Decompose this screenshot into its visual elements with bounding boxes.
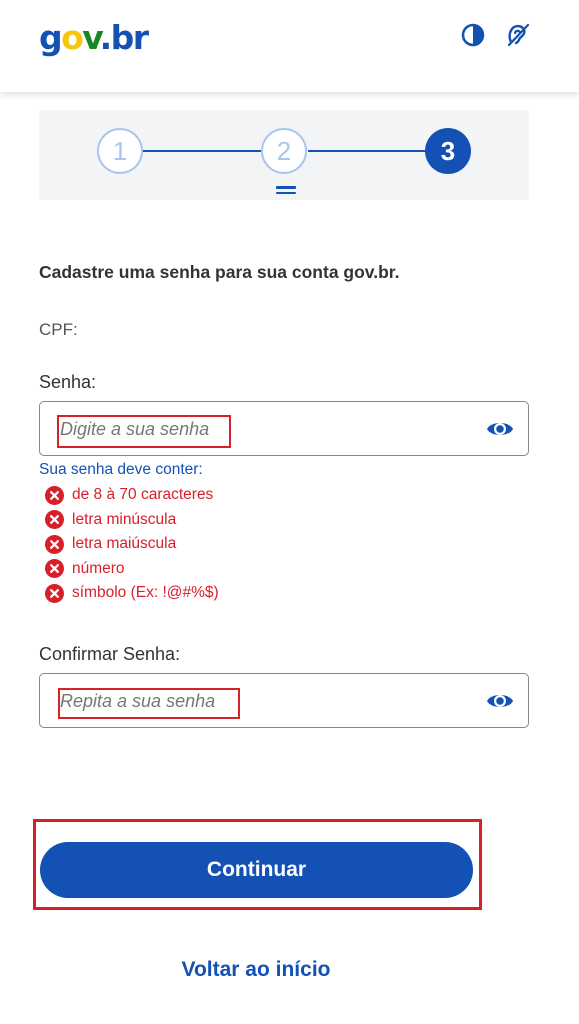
rule-text: de 8 à 70 caracteres	[72, 486, 214, 504]
confirm-password-label: Confirmar Senha:	[39, 644, 181, 664]
page-title: Cadastre uma senha para sua conta gov.br…	[39, 262, 400, 282]
step-1: 1	[97, 128, 143, 174]
error-x-icon	[45, 583, 64, 603]
password-input[interactable]	[60, 416, 460, 442]
show-confirm-password-eye-icon[interactable]	[486, 689, 514, 713]
rule-item: letra maiúscula	[45, 532, 219, 557]
progress-stepper: 1 2 3	[39, 110, 529, 200]
cpf-label: CPF:	[39, 320, 78, 339]
show-password-eye-icon[interactable]	[486, 417, 514, 441]
contrast-icon[interactable]	[458, 20, 488, 50]
continue-button[interactable]: Continuar	[40, 842, 473, 898]
error-x-icon	[45, 559, 64, 579]
rule-text: número	[72, 559, 125, 577]
rule-item: letra minúscula	[45, 508, 219, 533]
rule-item: de 8 à 70 caracteres	[45, 483, 219, 508]
rule-item: número	[45, 557, 219, 582]
rule-text: letra maiúscula	[72, 535, 177, 553]
error-x-icon	[45, 510, 64, 530]
password-field	[39, 401, 529, 456]
step-2: 2	[261, 128, 307, 174]
rule-item: símbolo (Ex: !@#%$)	[45, 581, 219, 606]
step-3: 3	[425, 128, 471, 174]
error-x-icon	[45, 534, 64, 554]
step-menu-icon[interactable]	[276, 186, 296, 197]
error-x-icon	[45, 485, 64, 505]
password-rules-list: de 8 à 70 caracteres letra minúscula let…	[45, 483, 219, 606]
rule-text: símbolo (Ex: !@#%$)	[72, 584, 219, 602]
password-label: Senha:	[39, 372, 97, 392]
confirm-password-field	[39, 673, 529, 728]
password-rules-title: Sua senha deve conter:	[39, 461, 203, 478]
confirm-password-input[interactable]	[60, 688, 460, 714]
top-header: gov.br	[0, 0, 579, 92]
accessibility-icon[interactable]	[503, 20, 533, 50]
govbr-logo[interactable]: gov.br	[39, 18, 149, 58]
back-to-start-link[interactable]: Voltar ao início	[0, 958, 512, 982]
rule-text: letra minúscula	[72, 510, 177, 528]
